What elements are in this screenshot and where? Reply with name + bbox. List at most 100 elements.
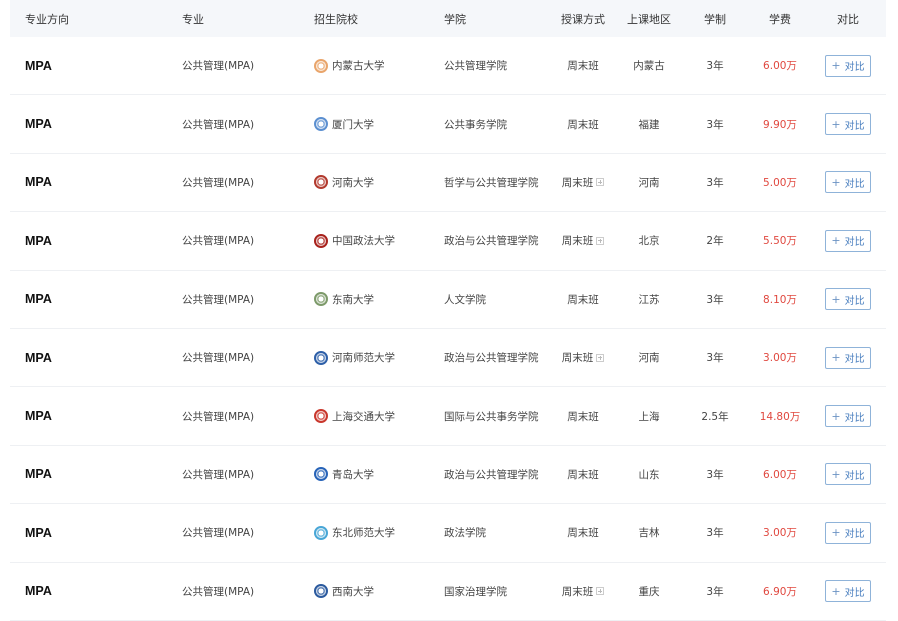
header-school: 招生院校 [314,12,358,26]
compare-button[interactable]: + 对比 [825,580,871,603]
plus-icon: + [831,584,841,598]
compare-button-label: 对比 [844,295,865,307]
compare-button[interactable]: + 对比 [825,54,871,77]
row-school[interactable]: 东北师范大学 [300,525,430,540]
school-logo-icon [314,467,328,482]
expand-icon[interactable] [596,178,605,187]
compare-button-label: 对比 [844,62,865,74]
plus-icon: + [831,234,841,248]
row-school[interactable]: 西南大学 [300,584,430,599]
header-region: 上课地区 [627,12,671,26]
row-region: 北京 [638,235,660,248]
row-compare-cell: + 对比 [810,288,886,311]
row-direction: MPA [25,350,52,365]
row-school[interactable]: 内蒙古大学 [300,58,430,73]
row-school-name[interactable]: 西南大学 [332,584,374,599]
row-region: 上海 [638,410,660,423]
row-region: 河南 [638,176,660,189]
plus-icon: + [831,117,841,131]
row-school[interactable]: 厦门大学 [300,117,430,132]
row-school[interactable]: 上海交通大学 [300,409,430,424]
row-major: 公共管理(MPA) [182,527,255,540]
row-direction: MPA [25,117,52,132]
header-major: 专业 [182,12,204,26]
row-duration: 3年 [706,527,724,540]
row-region: 吉林 [638,527,660,540]
row-school-name[interactable]: 厦门大学 [332,117,374,132]
row-fee: 3.00万 [763,352,797,365]
row-fee: 14.80万 [759,410,801,423]
compare-button-label: 对比 [844,354,865,366]
row-school-name[interactable]: 上海交通大学 [332,409,395,424]
school-logo-icon [314,117,328,132]
row-school[interactable]: 青岛大学 [300,467,430,482]
row-direction: MPA [25,292,52,307]
row-direction: MPA [25,233,52,248]
row-duration: 3年 [706,176,724,189]
row-mode-label: 周末班 [567,60,599,73]
row-college: 哲学与公共管理学院 [444,176,539,189]
compare-button[interactable]: + 对比 [825,288,871,311]
row-mode-label: 周末班 [567,293,599,306]
row-school-name[interactable]: 河南大学 [332,175,374,190]
school-logo-icon [314,409,328,424]
row-fee: 5.00万 [763,176,797,189]
compare-button[interactable]: + 对比 [825,113,871,136]
header-compare: 对比 [837,12,859,26]
row-major: 公共管理(MPA) [182,410,255,423]
plus-icon: + [831,175,841,189]
row-direction: MPA [25,525,52,540]
table-row: MPA 公共管理(MPA) 上海交通大学 国际与公共事务学院 周末班 上海 2.… [10,387,886,446]
row-duration: 3年 [706,468,724,481]
expand-icon[interactable] [596,587,605,596]
row-major: 公共管理(MPA) [182,118,255,131]
compare-button[interactable]: + 对比 [825,521,871,544]
school-logo-icon [314,233,328,248]
compare-button[interactable]: + 对比 [825,346,871,369]
row-duration: 3年 [706,585,724,598]
row-school-name[interactable]: 中国政法大学 [332,233,395,248]
row-college: 公共管理学院 [444,60,507,73]
row-school-name[interactable]: 东北师范大学 [332,525,395,540]
row-school-name[interactable]: 河南师范大学 [332,350,395,365]
table-header: 专业方向 专业 招生院校 学院 授课方式 上课地区 学制 学费 对比 [10,0,886,37]
row-mode-label: 周末班 [567,118,599,131]
row-mode-label: 周末班 [561,235,594,248]
row-school-name[interactable]: 东南大学 [332,292,374,307]
header-duration: 学制 [704,12,726,26]
row-fee: 6.90万 [763,585,797,598]
row-school-name[interactable]: 内蒙古大学 [332,58,385,73]
compare-button[interactable]: + 对比 [825,405,871,428]
row-fee: 5.50万 [763,235,797,248]
compare-button[interactable]: + 对比 [825,171,871,194]
table-row: MPA 公共管理(MPA) 中国政法大学 政治与公共管理学院 周末班 北京 2年… [10,212,886,271]
row-college: 政治与公共管理学院 [444,352,539,365]
row-mode-label: 周末班 [561,176,594,189]
school-logo-icon [314,350,328,365]
table-row: MPA 公共管理(MPA) 东南大学 人文学院 周末班 江苏 3年 8.10万 … [10,271,886,329]
table-row: MPA 公共管理(MPA) 厦门大学 公共事务学院 周末班 福建 3年 9.90… [10,95,886,154]
row-school[interactable]: 东南大学 [300,292,430,307]
table-row: MPA 公共管理(MPA) 内蒙古大学 公共管理学院 周末班 内蒙古 3年 6.… [10,37,886,96]
row-mode-label: 周末班 [561,585,594,598]
compare-button[interactable]: + 对比 [825,463,871,486]
plus-icon: + [831,526,841,540]
row-direction: MPA [25,409,52,424]
expand-icon[interactable] [596,353,605,362]
row-major: 公共管理(MPA) [182,468,255,481]
row-compare-cell: + 对比 [810,229,886,252]
plus-icon: + [831,59,841,73]
row-school[interactable]: 中国政法大学 [300,233,430,248]
compare-button[interactable]: + 对比 [825,229,871,252]
row-region: 江苏 [638,293,660,306]
table-row: MPA 公共管理(MPA) 河南师范大学 政治与公共管理学院 周末班 河南 3年… [10,329,886,388]
compare-button-label: 对比 [844,120,865,132]
row-college: 公共事务学院 [444,118,507,131]
row-compare-cell: + 对比 [810,521,886,544]
row-school[interactable]: 河南师范大学 [300,350,430,365]
row-compare-cell: + 对比 [810,113,886,136]
row-school-name[interactable]: 青岛大学 [332,467,374,482]
row-school[interactable]: 河南大学 [300,175,430,190]
expand-icon[interactable] [596,236,605,245]
row-college: 政治与公共管理学院 [444,235,539,248]
